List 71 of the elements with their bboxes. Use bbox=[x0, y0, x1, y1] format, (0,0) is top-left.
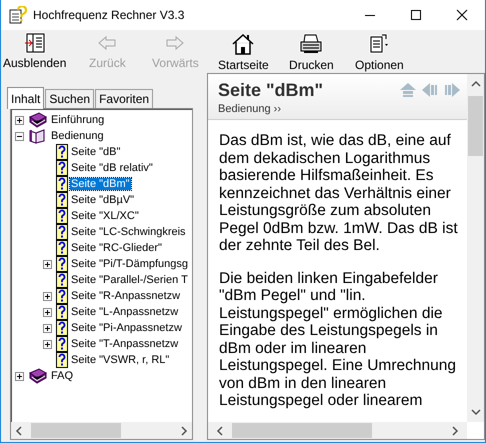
scroll-left-icon[interactable] bbox=[15, 426, 23, 436]
scroll-right-icon[interactable] bbox=[451, 426, 459, 436]
help-page-icon bbox=[56, 176, 68, 192]
closed-book-icon bbox=[28, 112, 48, 128]
expander-icon[interactable] bbox=[43, 324, 52, 332]
help-page-icon bbox=[56, 144, 68, 160]
tree-item[interactable]: Seite "L-Anpassnetzw bbox=[70, 306, 180, 318]
tree-item[interactable]: Seite "Pi-Anpassnetzw bbox=[70, 322, 183, 334]
tree-item[interactable]: Seite "LC-Schwingkreis bbox=[70, 226, 187, 238]
tab[interactable]: Inhalt bbox=[7, 87, 44, 109]
tree-item[interactable]: Seite "dB" bbox=[70, 146, 122, 158]
tree-item[interactable]: Seite "T-Anpassnetzw bbox=[70, 338, 180, 350]
help-page-icon bbox=[56, 256, 68, 272]
tab[interactable]: Favoriten bbox=[95, 89, 154, 108]
window-title: Hochfrequenz Rechner V3.3 bbox=[33, 8, 184, 22]
tree-item[interactable]: Seite "R-Anpassnetzw bbox=[70, 290, 182, 302]
toolbar-button[interactable]: Drucken bbox=[284, 30, 338, 72]
tree-item[interactable]: Seite "dBm" bbox=[70, 178, 131, 190]
help-page-icon bbox=[56, 192, 68, 208]
closed-book-icon bbox=[28, 368, 48, 384]
tree-item[interactable]: Seite "dBµV" bbox=[70, 194, 136, 206]
help-page-icon bbox=[56, 272, 68, 288]
maximize-icon[interactable] bbox=[410, 9, 422, 21]
help-page-icon bbox=[56, 288, 68, 304]
toolbar-button[interactable]: Ausblenden bbox=[3, 30, 66, 70]
tree-item[interactable]: Einführung bbox=[50, 114, 106, 126]
vertical-scrollbar[interactable] bbox=[467, 74, 484, 422]
expander-icon[interactable] bbox=[15, 132, 24, 140]
house-icon bbox=[231, 32, 256, 56]
scroll-down-icon[interactable] bbox=[470, 408, 480, 416]
help-page-icon bbox=[56, 160, 68, 176]
expander-icon[interactable] bbox=[43, 260, 52, 268]
expander-icon[interactable] bbox=[15, 116, 24, 124]
scroll-thumb[interactable] bbox=[31, 423, 121, 438]
toolbar-button[interactable]: Startseite bbox=[216, 30, 270, 72]
help-page-icon bbox=[56, 352, 68, 368]
scroll-left-icon[interactable] bbox=[216, 426, 224, 436]
horizontal-scrollbar[interactable] bbox=[11, 422, 192, 439]
tab[interactable]: Suchen bbox=[45, 89, 94, 108]
help-file-icon bbox=[9, 6, 27, 24]
expander-icon[interactable] bbox=[43, 292, 52, 300]
help-page-icon bbox=[56, 240, 68, 256]
tree-item[interactable]: Seite "dB relativ" bbox=[70, 162, 154, 174]
panel-icon bbox=[24, 32, 46, 54]
tree-item[interactable]: FAQ bbox=[50, 370, 74, 382]
help-page-icon bbox=[56, 336, 68, 352]
tree-item[interactable]: Seite "Pi/T-Dämpfungsg bbox=[70, 258, 190, 270]
scroll-right-icon[interactable] bbox=[180, 426, 188, 436]
expander-icon[interactable] bbox=[43, 308, 52, 316]
printer-icon bbox=[299, 32, 324, 56]
expander-icon[interactable] bbox=[43, 340, 52, 348]
breadcrumb-link[interactable]: Bedienung ›› bbox=[218, 103, 281, 115]
tree-item[interactable]: Seite "RC-Glieder" bbox=[70, 242, 163, 254]
horizontal-scrollbar[interactable] bbox=[208, 422, 467, 439]
toolbar-button[interactable]: Optionen bbox=[352, 30, 406, 72]
tree-item[interactable]: Bedienung bbox=[50, 130, 105, 142]
expander-icon[interactable] bbox=[15, 372, 24, 380]
tree-item[interactable]: Seite "VSWR, r, RL" bbox=[70, 354, 170, 366]
scroll-up-icon[interactable] bbox=[470, 80, 480, 88]
tree-item[interactable]: Seite "Parallel-/Serien T bbox=[70, 274, 189, 286]
help-page-icon bbox=[56, 320, 68, 336]
help-page-icon bbox=[56, 304, 68, 320]
tree-item[interactable]: Seite "XL/XC" bbox=[70, 210, 140, 222]
scroll-thumb[interactable] bbox=[232, 423, 372, 438]
scroll-thumb[interactable] bbox=[468, 96, 483, 156]
help-page-icon bbox=[56, 224, 68, 240]
paragraph: Die beiden linken Eingabefelder "dBm Pegel" und "lin. Leistungspegel" ermöglichen die Eingabe des Leistungspegels in dBm oder im linearen Leistungspegel. Eine Umrechnung von dBm in den linearen Leistungspegel oder linearem bbox=[219, 270, 457, 410]
close-icon[interactable] bbox=[456, 9, 468, 21]
help-page-icon bbox=[56, 208, 68, 224]
paragraph: Das dBm ist, wie das dB, eine auf dem dekadischen Logarithmus basierende Hilfsmaßeinheit. Es kennzeichnet das Verhältnis einer Leistungsgröße zum absoluten Pegel 0dBm bzw. 1mW. Das dB ist der zehnte Teil des Bel. bbox=[219, 132, 459, 254]
page-title: Seite "dBm" bbox=[218, 80, 324, 101]
